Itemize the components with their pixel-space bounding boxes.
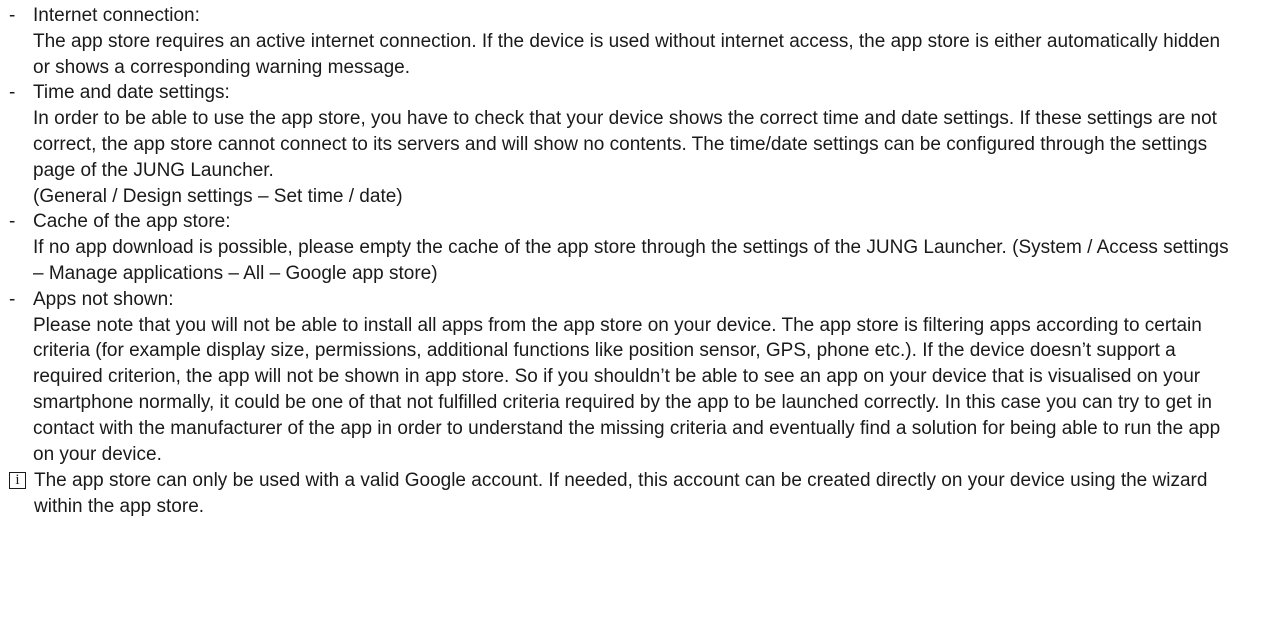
item-paragraph: Please note that you will not be able to… (33, 314, 1221, 465)
item-heading: Time and date settings: (33, 82, 230, 104)
list-item-time-date-settings: - Time and date settings: In order to be… (9, 80, 1242, 209)
item-heading: Internet connection: (33, 5, 200, 26)
bullet-marker: - (9, 82, 16, 104)
info-icon: i (9, 472, 26, 490)
item-heading: Cache of the app store: (33, 211, 231, 233)
item-paragraph: If no app download is possible, please e… (33, 237, 1229, 284)
item-paragraph: The app store requires an active interne… (33, 30, 1221, 78)
item-paragraph: (General / Design settings – Set time / … (33, 185, 403, 207)
info-note-text: The app store can only be used with a va… (34, 470, 1208, 518)
bullet-marker: - (9, 288, 16, 310)
info-note: i The app store can only be used with a … (9, 468, 1242, 520)
item-heading: Apps not shown: (33, 288, 174, 310)
document-page: - Internet connection: The app store req… (0, 0, 1262, 621)
list-item-internet-connection: - Internet connection: The app store req… (9, 3, 1242, 80)
list-item-cache-app-store: - Cache of the app store: If no app down… (9, 209, 1242, 286)
bullet-marker: - (9, 211, 16, 233)
bullet-marker: - (9, 5, 16, 26)
list-item-apps-not-shown: - Apps not shown: Please note that you w… (9, 287, 1242, 468)
item-paragraph: In order to be able to use the app store… (33, 108, 1217, 181)
